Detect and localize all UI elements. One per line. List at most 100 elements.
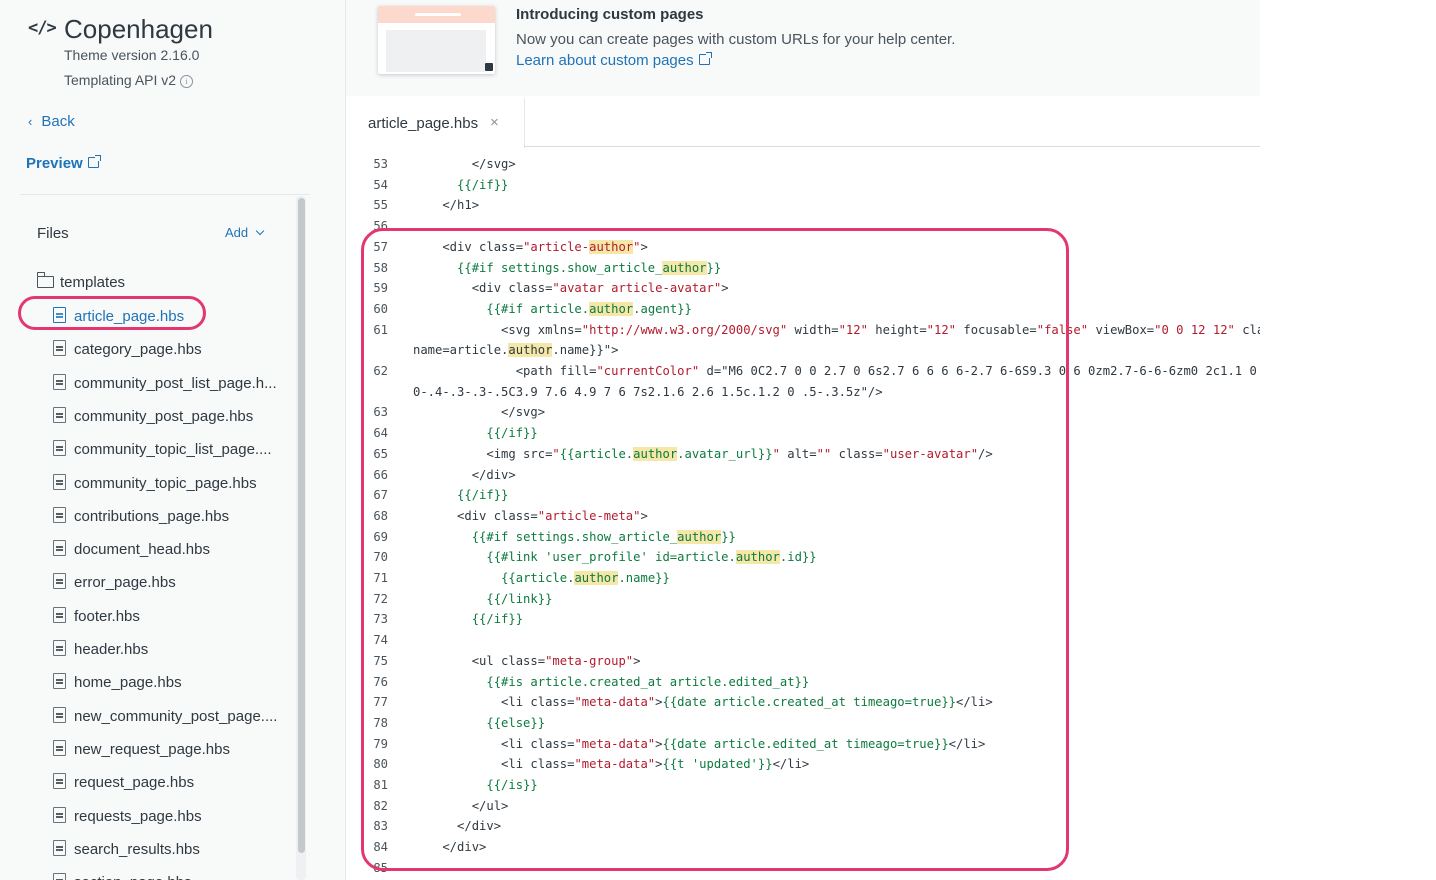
file-name: community_post_list_page.h... <box>74 375 277 392</box>
file-item[interactable]: requests_page.hbs <box>53 807 202 829</box>
file-item[interactable]: request_page.hbs <box>53 773 194 795</box>
code-editor[interactable]: 53 </svg> 54 {{/if}} 55 </h1> 56 57 <div cla… <box>346 149 1260 880</box>
code-line[interactable]: 85 <box>346 858 1260 879</box>
code-text: 0-.4-.3-.3-.5C3.9 7.6 4.9 7 6 7s2.1.6 2.… <box>413 384 883 399</box>
code-line[interactable]: 65 <img src="{{article.author.avatar_url… <box>346 444 1260 465</box>
file-item[interactable]: header.hbs <box>53 640 148 662</box>
code-text: <li class="meta-data">{{t 'updated'}}</l… <box>413 757 810 772</box>
file-item[interactable]: section_page.hbs <box>53 873 192 880</box>
info-icon[interactable]: i <box>180 75 194 88</box>
code-line[interactable]: 55 </h1> <box>346 195 1260 216</box>
code-line[interactable]: 61 <svg xmlns="http://www.w3.org/2000/sv… <box>346 320 1260 341</box>
code-line[interactable]: 64 {{/if}} <box>346 423 1260 444</box>
file-name: header.hbs <box>74 641 149 658</box>
file-item[interactable]: new_request_page.hbs <box>53 740 230 762</box>
code-line[interactable]: 53 </svg> <box>346 154 1260 175</box>
line-number: 69 <box>373 529 388 544</box>
file-item[interactable]: contributions_page.hbs <box>53 507 229 529</box>
line-number: 81 <box>373 778 388 792</box>
file-item[interactable]: footer.hbs <box>53 607 140 629</box>
code-line[interactable]: 73 {{/if}} <box>346 609 1260 630</box>
file-item[interactable]: document_head.hbs <box>53 540 210 562</box>
file-name: category_page.hbs <box>74 341 202 358</box>
files-heading: Files <box>37 225 69 242</box>
code-line[interactable]: 71 {{article.author.name}} <box>346 568 1260 589</box>
line-number: 57 <box>373 239 388 254</box>
preview-link[interactable]: Preview <box>26 155 101 172</box>
add-file-button[interactable]: Add <box>225 225 265 240</box>
code-line[interactable]: 84 </div> <box>346 837 1260 858</box>
code-text: {{/link}} <box>486 591 553 606</box>
code-line[interactable]: 67 {{/if}} <box>346 485 1260 506</box>
code-line[interactable]: 80 <li class="meta-data">{{t 'updated'}}… <box>346 754 1260 775</box>
templating-api-version: Templating API v2 i <box>64 72 194 88</box>
file-item[interactable]: community_topic_page.hbs <box>53 474 257 496</box>
file-item[interactable]: community_post_page.hbs <box>53 407 253 429</box>
file-item[interactable]: new_community_post_page.... <box>53 707 277 729</box>
code-line[interactable]: 57 <div class="article-author"> <box>346 237 1260 258</box>
code-text: <svg xmlns="http://www.w3.org/2000/svg" … <box>413 322 1260 337</box>
file-name: community_topic_list_page.... <box>74 441 272 458</box>
code-line[interactable]: 66 </div> <box>346 465 1260 486</box>
code-line[interactable]: 79 <li class="meta-data">{{date article.… <box>346 734 1260 755</box>
file-item[interactable]: community_post_list_page.h... <box>53 374 277 396</box>
code-text: <ul class="meta-group"> <box>413 653 641 668</box>
code-line[interactable]: 78 {{else}} <box>346 713 1260 734</box>
line-number: 62 <box>373 364 388 378</box>
back-link[interactable]: ‹ Back <box>28 113 75 130</box>
code-line[interactable]: 63 </svg> <box>346 402 1260 423</box>
file-name: community_topic_page.hbs <box>74 475 257 492</box>
code-line[interactable]: 72 {{/link}} <box>346 589 1260 610</box>
code-line[interactable]: 60 {{#if article.author.agent}} <box>346 299 1260 320</box>
file-item[interactable]: home_page.hbs <box>53 673 182 695</box>
code-line[interactable]: 76 {{#is article.created_at article.edit… <box>346 672 1260 693</box>
file-item[interactable]: community_topic_list_page.... <box>53 440 272 462</box>
code-line[interactable]: 81 {{/is}} <box>346 775 1260 796</box>
file-name: search_results.hbs <box>74 841 200 858</box>
file-name: request_page.hbs <box>74 774 195 791</box>
code-line[interactable]: 56 <box>346 216 1260 237</box>
folder-templates[interactable]: templates <box>37 272 125 291</box>
file-item[interactable]: article_page.hbs <box>53 307 184 329</box>
code-line[interactable]: 68 <div class="article-meta"> <box>346 506 1260 527</box>
code-line[interactable]: 74 <box>346 630 1260 651</box>
file-item[interactable]: search_results.hbs <box>53 840 200 862</box>
close-tab-icon[interactable]: × <box>490 114 499 131</box>
chevron-down-icon <box>255 226 265 236</box>
code-line[interactable]: 69 {{#if settings.show_article_author}} <box>346 527 1260 548</box>
code-text: </div> <box>413 840 487 855</box>
file-name: section_page.hbs <box>74 874 192 880</box>
line-number: 55 <box>373 198 388 213</box>
file-name: community_post_page.hbs <box>74 408 254 425</box>
code-text: <div class="avatar article-avatar"> <box>413 281 729 296</box>
banner-illustration <box>378 6 495 74</box>
code-text: {{article.author.name}} <box>501 571 670 585</box>
code-line[interactable]: 77 <li class="meta-data">{{date article.… <box>346 692 1260 713</box>
code-line[interactable]: 58 {{#if settings.show_article_author}} <box>346 258 1260 279</box>
code-line[interactable]: 0-.4-.3-.3-.5C3.9 7.6 4.9 7 6 7s2.1.6 2.… <box>346 382 1260 403</box>
file-list-scrollbar-thumb[interactable] <box>298 198 305 853</box>
code-line[interactable]: 70 {{#link 'user_profile' id=article.aut… <box>346 547 1260 568</box>
file-name: error_page.hbs <box>74 574 176 591</box>
line-number: 60 <box>373 301 388 316</box>
code-line[interactable]: name=article.author.name}}"> <box>346 340 1260 361</box>
code-line[interactable]: 75 <ul class="meta-group"> <box>346 651 1260 672</box>
code-line[interactable]: 59 <div class="avatar article-avatar"> <box>346 278 1260 299</box>
file-icon <box>53 607 66 623</box>
templating-api-label: Templating API v2 <box>64 72 177 88</box>
code-text: </svg> <box>413 405 546 420</box>
file-item[interactable]: category_page.hbs <box>53 340 202 362</box>
file-icon <box>53 407 66 423</box>
file-name: home_page.hbs <box>74 674 182 691</box>
back-label: Back <box>41 113 75 130</box>
file-item[interactable]: error_page.hbs <box>53 573 176 595</box>
code-line[interactable]: 54 {{/if}} <box>346 175 1260 196</box>
learn-custom-pages-link[interactable]: Learn about custom pages <box>516 52 712 69</box>
file-name: contributions_page.hbs <box>74 508 230 525</box>
code-text: {{/if}} <box>457 177 509 192</box>
code-line[interactable]: 83 </div> <box>346 816 1260 837</box>
theme-editor-sidebar: </> Copenhagen Theme version 2.16.0 Temp… <box>0 0 346 880</box>
file-name: footer.hbs <box>74 608 140 625</box>
code-line[interactable]: 62 <path fill="currentColor" d="M6 0C2.7… <box>346 361 1260 382</box>
code-line[interactable]: 82 </ul> <box>346 796 1260 817</box>
